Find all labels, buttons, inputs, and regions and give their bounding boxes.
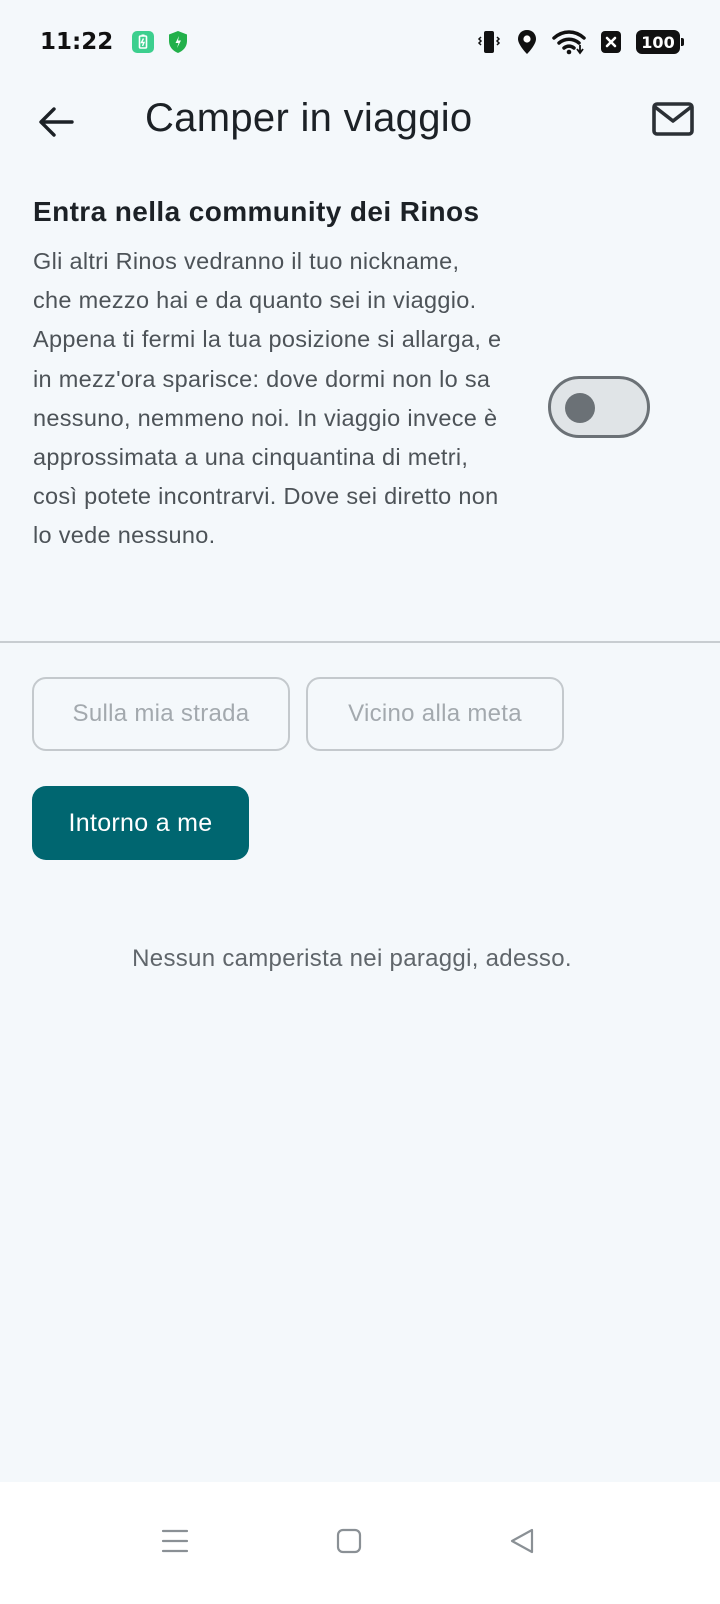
back-button[interactable] bbox=[30, 98, 82, 150]
community-toggle[interactable] bbox=[548, 376, 650, 438]
page-title: Camper in viaggio bbox=[145, 96, 473, 140]
recent-apps-button[interactable] bbox=[140, 1508, 210, 1578]
battery-level: 100 bbox=[636, 30, 684, 54]
status-time: 11:22 bbox=[40, 29, 114, 55]
system-back-button[interactable] bbox=[487, 1508, 557, 1578]
battery-saver-icon bbox=[131, 30, 155, 54]
mail-button[interactable] bbox=[648, 96, 698, 146]
arrow-left-icon bbox=[38, 106, 74, 143]
status-bar: 11:22 100 bbox=[0, 0, 720, 84]
vibrate-icon bbox=[476, 29, 502, 55]
community-title: Entra nella community dei Rinos bbox=[33, 196, 480, 227]
toggle-knob bbox=[565, 393, 595, 423]
community-description: Gli altri Rinos vedranno il tuo nickname… bbox=[33, 248, 502, 549]
notification-x-icon bbox=[600, 30, 622, 54]
empty-state-message: Nessun camperista nei paraggi, adesso. bbox=[132, 945, 572, 972]
menu-icon bbox=[161, 1528, 189, 1559]
navigation-bar bbox=[0, 1482, 720, 1604]
filter-on-my-road[interactable]: Sulla mia strada bbox=[32, 677, 290, 751]
wifi-icon bbox=[552, 29, 586, 55]
mail-icon bbox=[652, 101, 694, 141]
location-icon bbox=[516, 29, 538, 55]
filter-near-destination[interactable]: Vicino alla meta bbox=[306, 677, 564, 751]
back-triangle-icon bbox=[508, 1527, 536, 1560]
home-button[interactable] bbox=[314, 1508, 384, 1578]
filter-around-me[interactable]: Intorno a me bbox=[32, 786, 249, 860]
community-section: Entra nella community dei Rinos Gli altr… bbox=[33, 196, 693, 556]
status-right-icons: 100 bbox=[476, 29, 684, 55]
status-left-icons bbox=[131, 30, 189, 54]
home-square-icon bbox=[336, 1528, 362, 1559]
app-bar: Camper in viaggio bbox=[0, 84, 720, 196]
divider bbox=[0, 641, 720, 643]
shield-icon bbox=[167, 30, 189, 54]
